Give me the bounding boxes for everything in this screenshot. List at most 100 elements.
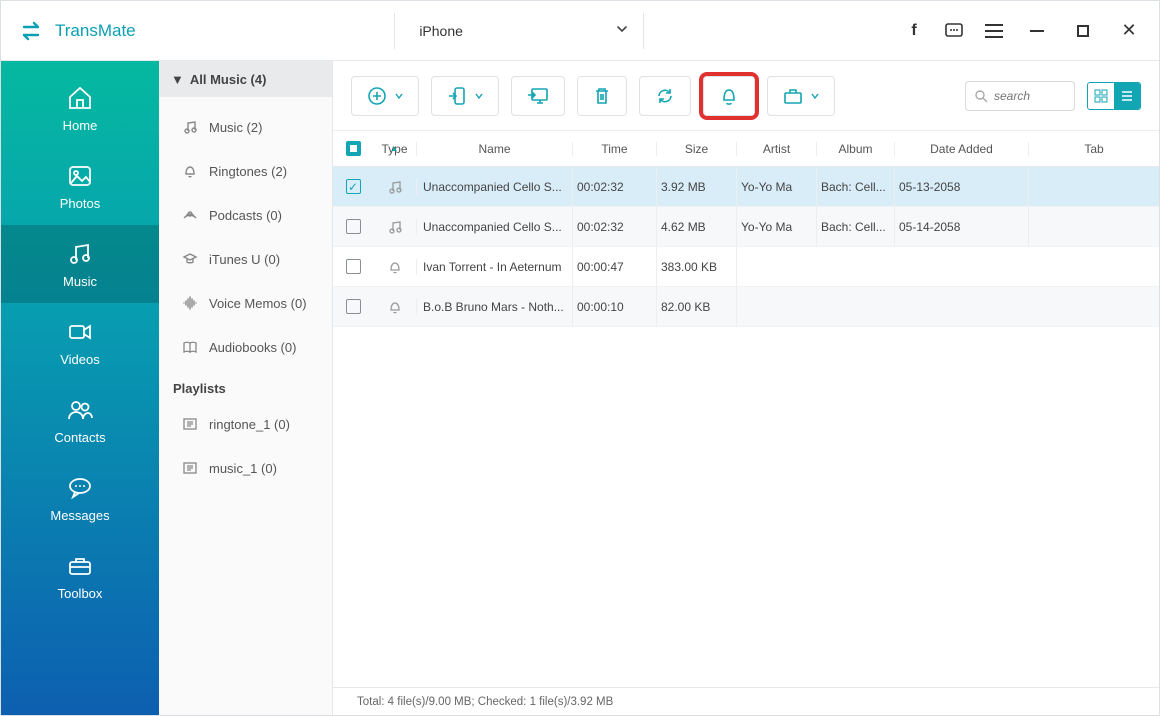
row-type-icon [373,299,417,315]
header-name[interactable]: Name [417,142,573,156]
grid-view-button[interactable] [1088,83,1114,109]
nav-home[interactable]: Home [1,69,159,147]
device-selector[interactable]: iPhone [394,13,644,49]
header-tab[interactable]: Tab [1029,142,1159,156]
row-type-icon [373,219,417,235]
nav-music-label: Music [63,274,97,289]
search-input[interactable] [965,81,1075,111]
row-date: 05-13-2058 [895,167,1029,207]
grid-body: ✓Unaccompanied Cello S...00:02:323.92 MB… [333,167,1159,687]
nav-videos[interactable]: Videos [1,303,159,381]
header-date[interactable]: Date Added [895,142,1029,156]
menu-icon[interactable] [983,20,1005,42]
toolbar [333,61,1159,131]
row-time: 00:00:10 [573,287,657,327]
close-button[interactable]: ✕ [1115,17,1143,45]
feedback-icon[interactable] [943,20,965,42]
tree-item-music[interactable]: Music (2) [159,105,332,149]
nav-messages[interactable]: Messages [1,459,159,537]
facebook-icon[interactable]: f [903,20,925,42]
tree-item-label: Voice Memos (0) [209,296,307,311]
tree-item-playlist-ringtone1[interactable]: ringtone_1 (0) [159,402,332,446]
tree-item-label: ringtone_1 (0) [209,417,290,432]
music-note-icon [181,118,199,136]
row-checkbox[interactable] [333,259,373,274]
header-time[interactable]: Time [573,142,657,156]
app-window: TransMate iPhone f ✕ [0,0,1160,716]
export-to-device-button[interactable] [431,76,499,116]
toolbox-icon [66,552,94,580]
row-size: 3.92 MB [657,167,737,207]
titlebar-right: f ✕ [903,17,1143,45]
header-album[interactable]: Album [817,142,895,156]
search-field[interactable] [994,89,1064,103]
grid-header: ▲Type Name Time Size Artist Album Date A… [333,131,1159,167]
row-size: 383.00 KB [657,247,737,287]
row-artist: Yo-Yo Ma [737,167,817,207]
tree-item-playlist-music1[interactable]: music_1 (0) [159,446,332,490]
tree-item-podcasts[interactable]: Podcasts (0) [159,193,332,237]
row-name: B.o.B Bruno Mars - Noth... [417,287,573,327]
music-icon [66,240,94,268]
row-date: 05-14-2058 [895,207,1029,247]
header-artist[interactable]: Artist [737,142,817,156]
table-row[interactable]: Unaccompanied Cello S...00:02:324.62 MBY… [333,207,1159,247]
tree-header-label: All Music (4) [190,72,267,87]
row-type-icon [373,179,417,195]
maximize-button[interactable] [1069,17,1097,45]
tree-item-ringtones[interactable]: Ringtones (2) [159,149,332,193]
main-panel: ▲Type Name Time Size Artist Album Date A… [333,61,1159,715]
export-to-pc-button[interactable] [511,76,565,116]
triangle-down-icon: ▼ [171,72,184,87]
nav-photos-label: Photos [60,196,100,211]
ringtone-maker-button[interactable] [703,76,755,116]
app-title: TransMate [55,21,136,41]
toolbox-button[interactable] [767,76,835,116]
header-type[interactable]: ▲Type [373,142,417,156]
tree-item-label: Audiobooks (0) [209,340,296,355]
row-checkbox[interactable]: ✓ [333,179,373,194]
file-grid: ▲Type Name Time Size Artist Album Date A… [333,131,1159,687]
nav-videos-label: Videos [60,352,100,367]
row-type-icon [373,259,417,275]
table-row[interactable]: B.o.B Bruno Mars - Noth...00:00:1082.00 … [333,287,1159,327]
row-time: 00:00:47 [573,247,657,287]
podcast-icon [181,206,199,224]
nav-messages-label: Messages [50,508,109,523]
minimize-button[interactable] [1023,17,1051,45]
status-footer: Total: 4 file(s)/9.00 MB; Checked: 1 fil… [333,687,1159,715]
row-checkbox[interactable] [333,219,373,234]
messages-icon [66,474,94,502]
list-view-button[interactable] [1114,83,1140,109]
tree-item-voicememos[interactable]: Voice Memos (0) [159,281,332,325]
refresh-button[interactable] [639,76,691,116]
videos-icon [66,318,94,346]
table-row[interactable]: Ivan Torrent - In Aeternum00:00:47383.00… [333,247,1159,287]
tree-item-label: Ringtones (2) [209,164,287,179]
row-checkbox[interactable] [333,299,373,314]
tree-header-all-music[interactable]: ▼ All Music (4) [159,61,332,97]
delete-button[interactable] [577,76,627,116]
header-size[interactable]: Size [657,142,737,156]
header-checkbox[interactable] [333,141,373,156]
tree-item-audiobooks[interactable]: Audiobooks (0) [159,325,332,369]
body: Home Photos Music Videos [1,61,1159,715]
sidebar-nav: Home Photos Music Videos [1,61,159,715]
nav-toolbox-label: Toolbox [58,586,103,601]
tree-item-itunesu[interactable]: iTunes U (0) [159,237,332,281]
nav-toolbox[interactable]: Toolbox [1,537,159,615]
nav-photos[interactable]: Photos [1,147,159,225]
nav-contacts[interactable]: Contacts [1,381,159,459]
table-row[interactable]: ✓Unaccompanied Cello S...00:02:323.92 MB… [333,167,1159,207]
transmate-logo-icon [17,17,45,45]
bell-icon [181,162,199,180]
nav-music[interactable]: Music [1,225,159,303]
status-text: Total: 4 file(s)/9.00 MB; Checked: 1 fil… [357,696,613,708]
home-icon [66,84,94,112]
add-button[interactable] [351,76,419,116]
app-logo: TransMate [17,17,136,45]
contacts-icon [66,396,94,424]
tree-item-label: Podcasts (0) [209,208,282,223]
row-album: Bach: Cell... [817,207,895,247]
chevron-down-icon [615,22,629,39]
